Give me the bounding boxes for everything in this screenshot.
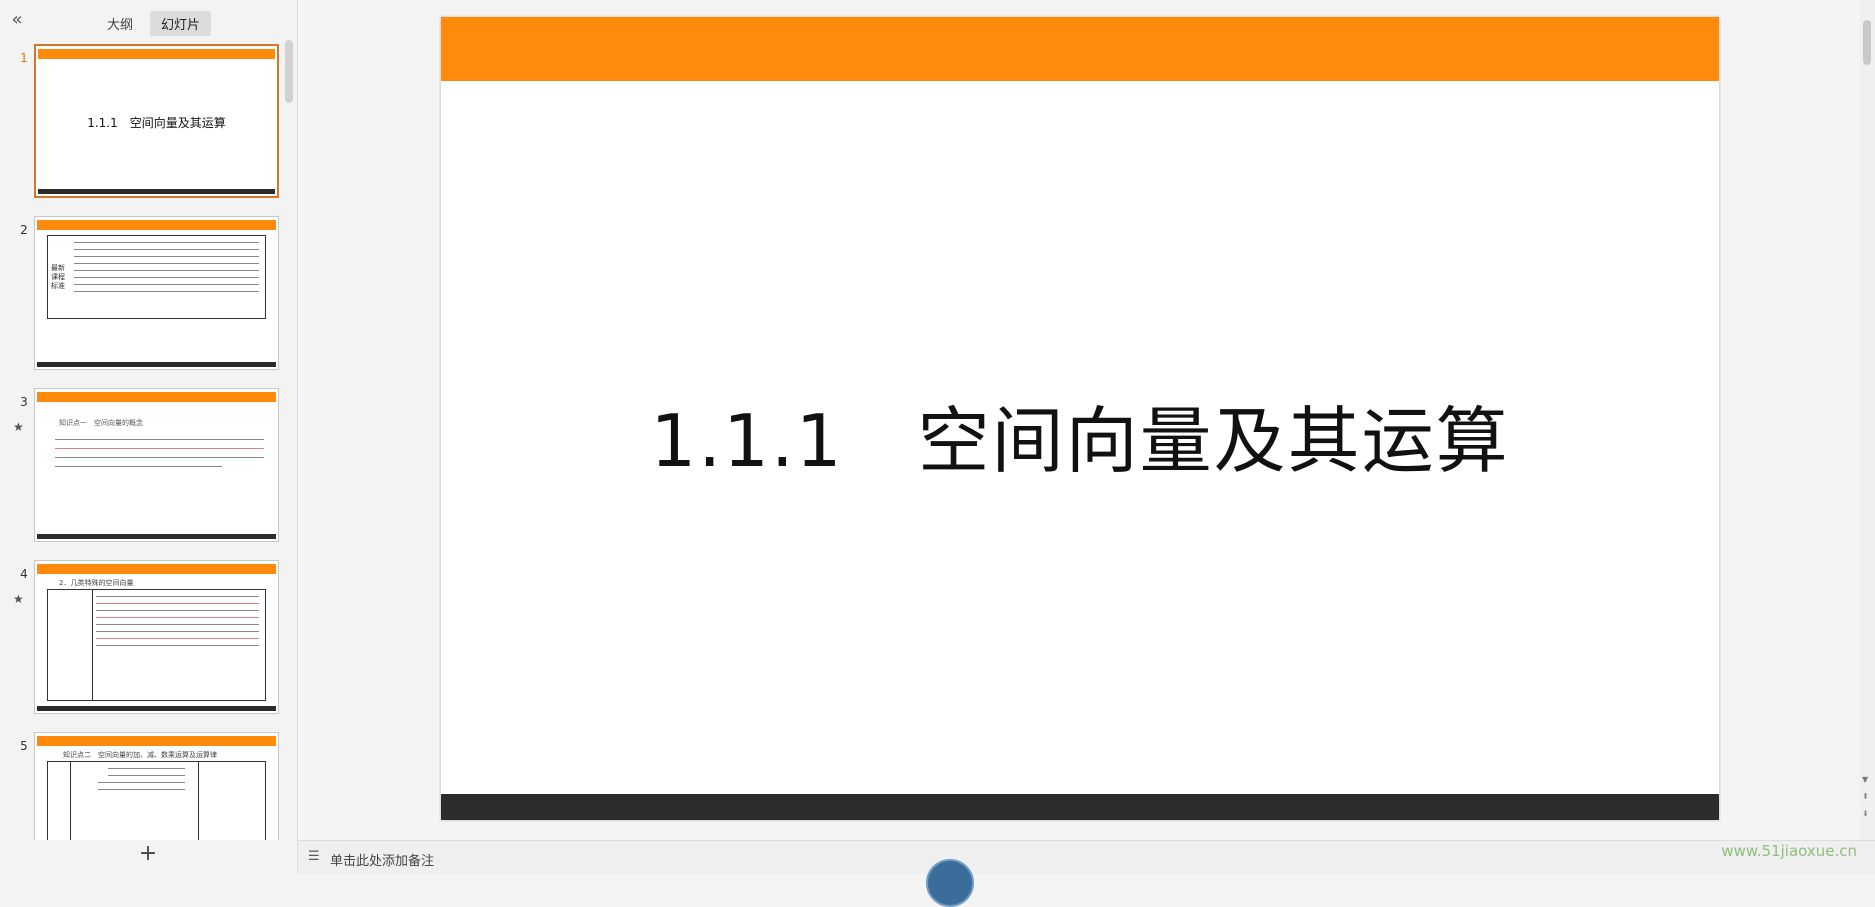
thumbnail-row-5: 5 知识点二 空间向量的加、减、数乘运算及运算律 — [0, 732, 297, 840]
thumbnail-mini-text: 2．几类特殊的空间向量 — [59, 579, 134, 587]
thumbnail-header-bar — [37, 220, 276, 230]
notes-input[interactable]: 单击此处添加备注 — [330, 850, 434, 869]
thumbnail-number: 3 — [20, 395, 28, 409]
thumbnail-row-4: 4 ★ 2．几类特殊的空间向量 — [0, 560, 297, 720]
slide-title[interactable]: 1.1.1 空间向量及其运算 — [441, 382, 1719, 487]
thumbnail-number: 1 — [20, 51, 28, 65]
watermark: www.51jiaoxue.cn — [1721, 842, 1857, 860]
thumbnail-header-bar — [37, 564, 276, 574]
add-slide-icon[interactable]: + — [136, 843, 160, 867]
current-slide[interactable]: 1.1.1 空间向量及其运算 — [441, 17, 1719, 820]
editor-scrollbar[interactable]: ▼ ⇞ ⇟ — [1860, 0, 1875, 840]
slide-thumbnail-panel: « 大纲 幻灯片 1 1.1.1 空间向量及其运算 2 最新课程标准 3 ★ 知… — [0, 0, 298, 873]
thumbnail-text-lines — [48, 762, 265, 840]
notes-bar: ☰ 单击此处添加备注 — [298, 840, 1875, 907]
collapse-panel-icon[interactable]: « — [6, 10, 28, 32]
scroll-down-icon[interactable]: ▼ — [1862, 775, 1868, 784]
thumbnail-footer-bar — [38, 189, 275, 194]
thumbnail-title: 1.1.1 空间向量及其运算 — [87, 116, 226, 130]
thumbnail-footer-bar — [37, 706, 276, 711]
thumbnail-text-lines — [55, 433, 264, 467]
thumbnail-mini-text: 知识点一 空间向量的概念 — [59, 419, 143, 427]
thumbnail-number: 2 — [20, 223, 28, 237]
thumbnail-header-bar — [37, 736, 276, 746]
thumbnail-number: 4 — [20, 567, 28, 581]
thumbnail-footer-bar — [37, 362, 276, 367]
thumbnail-row-1: 1 1.1.1 空间向量及其运算 — [0, 44, 297, 204]
slide-thumbnail-4[interactable]: 2．几类特殊的空间向量 — [34, 560, 279, 714]
thumbnail-header-bar — [37, 392, 276, 402]
prev-slide-icon[interactable]: ⇞ — [1862, 792, 1869, 801]
thumbnail-footer-bar — [37, 534, 276, 539]
thumbnail-row-2: 2 最新课程标准 — [0, 216, 297, 376]
slide-thumbnail-5[interactable]: 知识点二 空间向量的加、减、数乘运算及运算律 — [34, 732, 279, 840]
thumbnail-table: 最新课程标准 — [47, 235, 266, 319]
avatar[interactable] — [926, 859, 974, 907]
thumbnail-table — [47, 589, 266, 701]
notes-list-icon: ☰ — [308, 849, 320, 864]
slide-header-bar — [441, 17, 1719, 81]
star-icon: ★ — [13, 592, 24, 606]
thumbnail-row-3: 3 ★ 知识点一 空间向量的概念 — [0, 388, 297, 548]
view-tabs: 大纲 幻灯片 — [96, 11, 212, 36]
thumbnail-header-bar — [38, 49, 275, 59]
slide-editor-area: 1.1.1 空间向量及其运算 — [298, 0, 1860, 840]
slide-thumbnail-3[interactable]: 知识点一 空间向量的概念 — [34, 388, 279, 542]
thumbnail-text-lines — [48, 236, 265, 318]
next-slide-icon[interactable]: ⇟ — [1862, 809, 1869, 818]
thumbnail-mini-text: 知识点二 空间向量的加、减、数乘运算及运算律 — [63, 751, 217, 759]
star-icon: ★ — [13, 420, 24, 434]
slide-footer-bar — [441, 794, 1719, 820]
tab-outline[interactable]: 大纲 — [96, 11, 144, 36]
slide-thumbnail-1[interactable]: 1.1.1 空间向量及其运算 — [34, 44, 279, 198]
thumbnail-table — [47, 761, 266, 840]
thumbnail-list: 1 1.1.1 空间向量及其运算 2 最新课程标准 3 ★ 知识点一 空间向量的… — [0, 40, 297, 840]
slide-thumbnail-2[interactable]: 最新课程标准 — [34, 216, 279, 370]
thumbnail-number: 5 — [20, 739, 28, 753]
tab-slides[interactable]: 幻灯片 — [150, 11, 212, 36]
thumbnail-scrollbar[interactable] — [285, 40, 293, 103]
scrollbar-thumb[interactable] — [1863, 20, 1871, 65]
thumbnail-text-lines — [48, 590, 265, 700]
